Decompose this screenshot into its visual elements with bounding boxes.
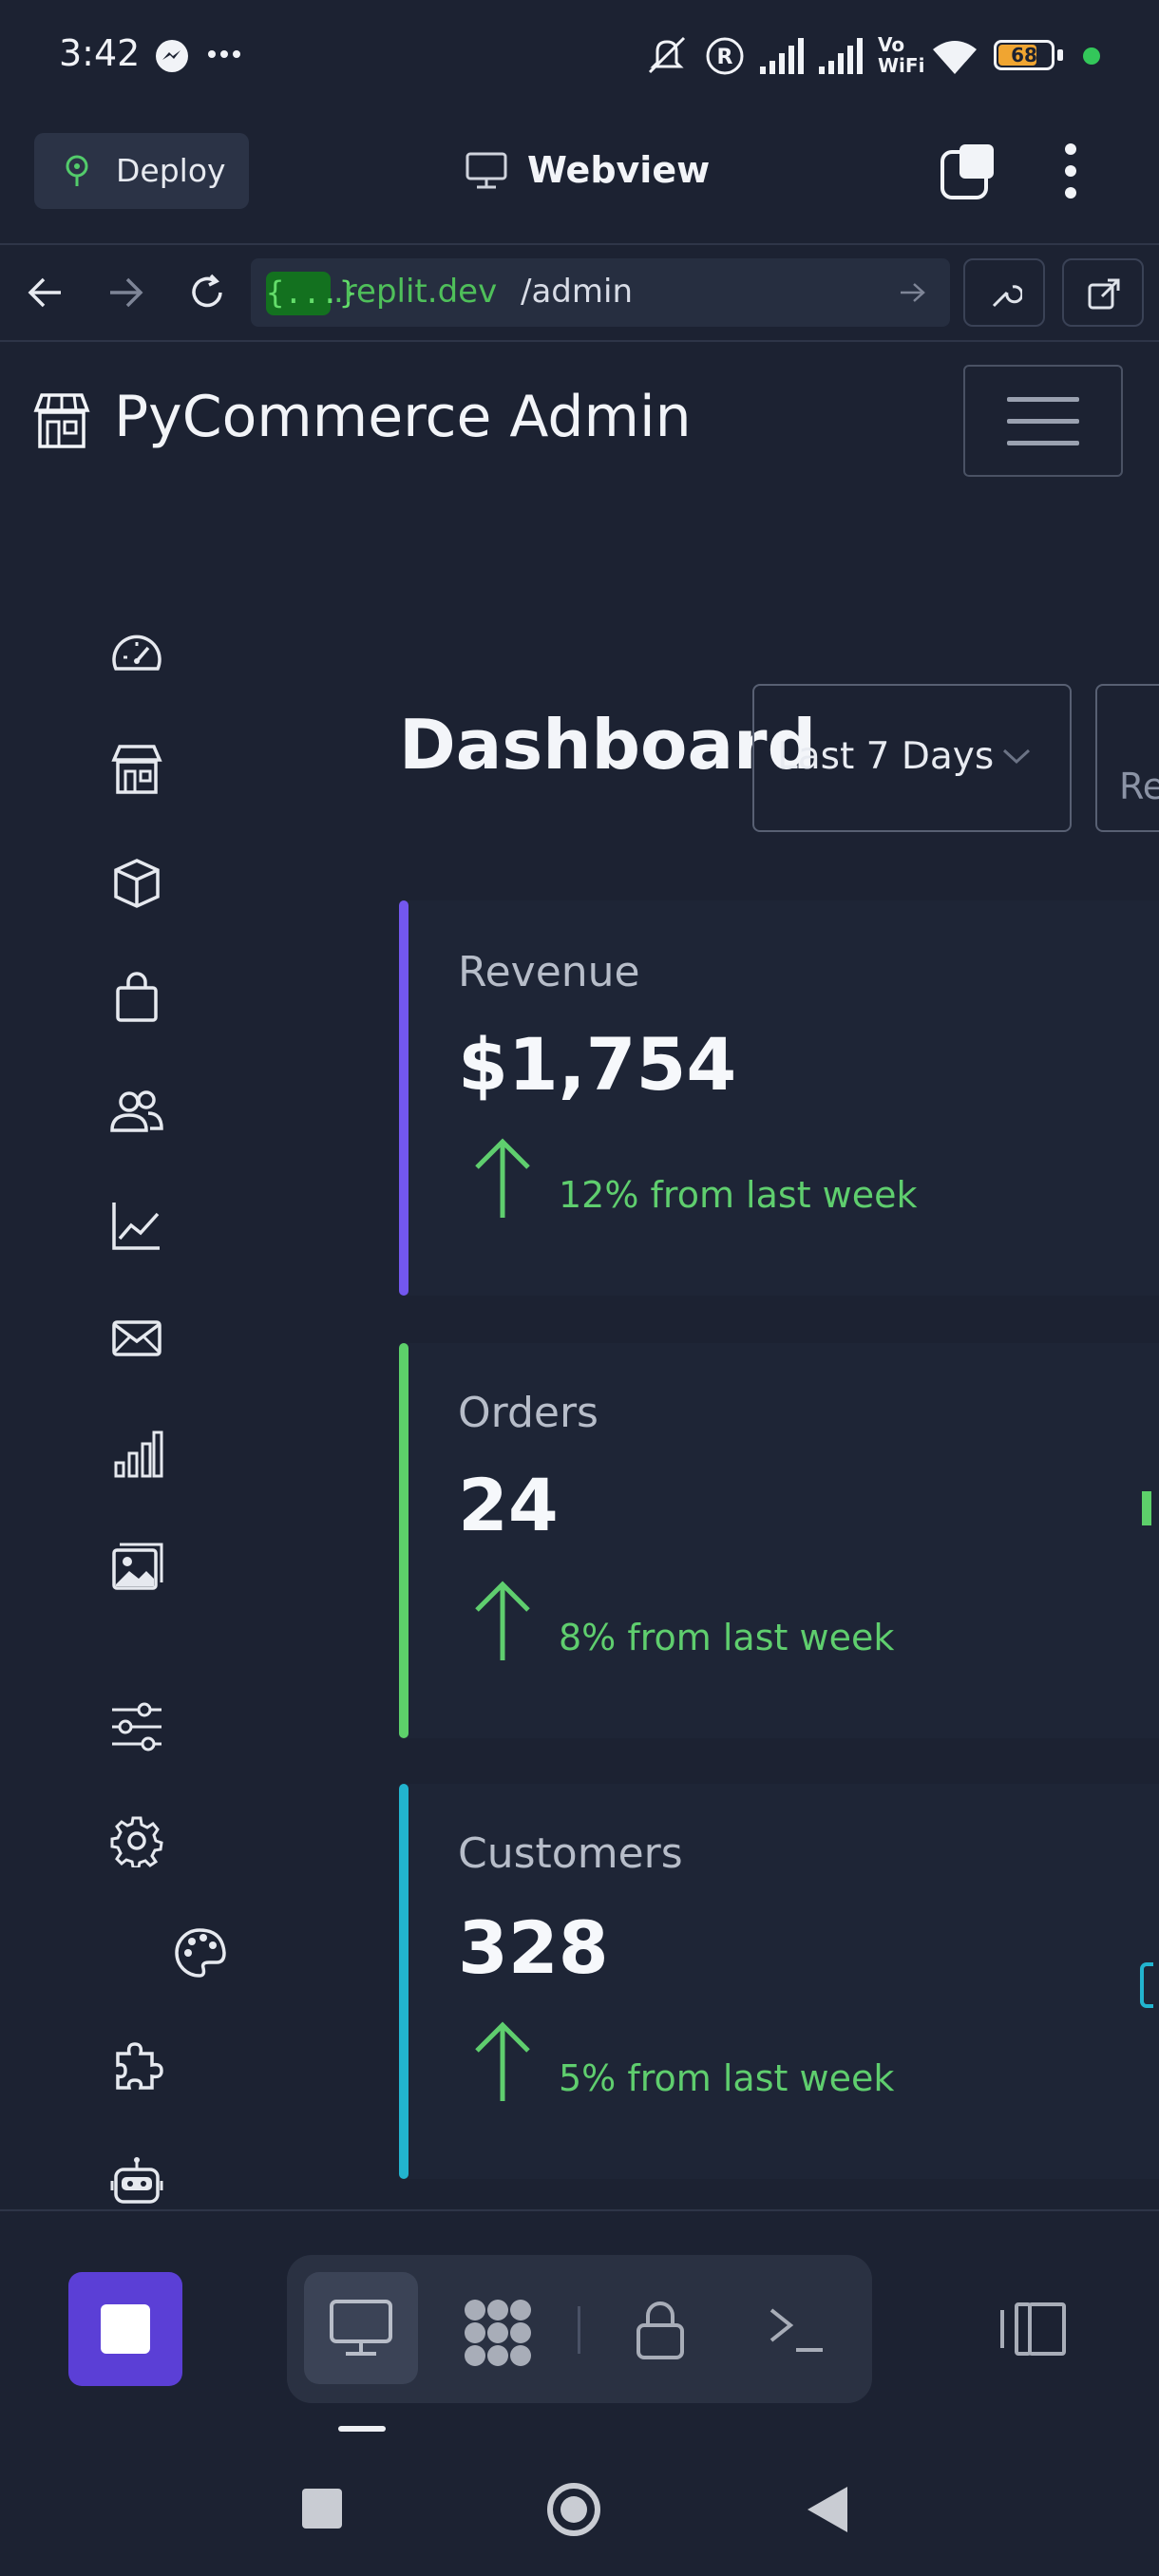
lock-icon[interactable] [635,2299,686,2361]
report-button-label: Re [1119,766,1159,807]
revenue-value: $1,754 [458,1022,737,1107]
top-divider [0,243,1159,245]
customers-value: 328 [458,1905,609,1990]
store-logo-icon [32,391,91,450]
bottom-divider [0,2209,1159,2211]
shopping-bag-icon[interactable] [110,971,163,1024]
mute-icon [644,34,690,76]
vowifi-label: Vo WiFi [878,34,924,76]
sliders-icon[interactable] [110,1700,163,1753]
orders-side-icon-partial [1142,1491,1151,1525]
home-nav-icon[interactable] [545,2481,602,2538]
status-bar: 3:42 R Vo WiFi 68 [0,0,1159,114]
more-notifications-icon [207,49,241,59]
arrow-up-icon [473,1136,532,1220]
overflow-menu-icon[interactable] [1064,142,1077,199]
terminal-icon[interactable] [768,2304,825,2356]
signal-icon-2 [819,38,868,74]
messenger-icon [154,38,190,74]
recents-nav-icon[interactable] [302,2489,342,2529]
line-chart-icon[interactable] [110,1199,163,1252]
date-range-value: Last 7 Days [777,735,995,778]
robot-icon[interactable] [110,2156,163,2209]
vowifi-wifi: WiFi [878,54,925,77]
deploy-icon [61,154,93,188]
stop-button[interactable] [68,2272,182,2386]
menu-toggle-button[interactable] [963,365,1123,477]
back-icon[interactable] [27,274,65,312]
vowifi-vo: Vo [878,33,905,56]
go-arrow-icon[interactable] [899,281,925,304]
svg-text:R: R [717,46,733,69]
speedometer-icon[interactable] [110,629,163,682]
split-pane-icon[interactable] [999,2301,1068,2358]
workspace-grid-icon[interactable] [462,2297,534,2369]
battery-tip [1057,49,1063,61]
status-time: 3:42 [59,32,141,74]
reload-icon[interactable] [186,272,228,313]
tab-indicator [338,2426,386,2432]
store-icon[interactable] [110,743,163,796]
orders-accent-bar [399,1343,408,1738]
url-path: /admin [521,273,633,311]
report-button-partial[interactable] [1095,684,1159,832]
signal-icon-1 [760,38,809,74]
orders-value: 24 [458,1463,559,1547]
tabs-icon[interactable] [940,142,998,201]
url-host: .replit.dev [333,273,498,311]
deploy-label: Deploy [116,152,226,189]
monitor-icon [466,152,507,190]
webview-mode-button[interactable] [304,2272,418,2384]
orders-label: Orders [458,1389,598,1437]
customers-change: 5% from last week [559,2057,895,2099]
stop-icon [101,2304,150,2354]
open-external-button[interactable] [1062,258,1144,327]
orders-change: 8% from last week [559,1617,895,1658]
devtools-button[interactable] [963,258,1045,327]
images-icon[interactable] [110,1541,163,1594]
wifi-icon [931,38,978,76]
revenue-change: 12% from last week [559,1174,918,1216]
back-nav-icon[interactable] [806,2485,849,2534]
palette-icon[interactable] [173,1926,226,1979]
chevron-down-icon [1001,747,1032,766]
revenue-label: Revenue [458,948,640,996]
revenue-accent-bar [399,900,408,1296]
gear-icon[interactable] [110,1814,163,1867]
bar-chart-icon[interactable] [110,1427,163,1480]
customers-side-icon-partial [1140,1962,1153,2008]
webview-title: Webview [527,149,711,191]
url-divider [0,340,1159,342]
puzzle-icon[interactable] [110,2040,163,2093]
privacy-indicator-dot [1083,47,1100,65]
battery-level: 68 [1011,44,1037,66]
arrow-up-icon [473,1579,532,1662]
brand-title[interactable]: PyCommerce Admin [114,384,692,450]
customers-label: Customers [458,1829,683,1878]
users-icon[interactable] [110,1085,163,1138]
url-token: {...} [266,272,357,315]
mode-separator [578,2306,580,2354]
box-icon[interactable] [110,857,163,910]
forward-icon[interactable] [106,274,144,312]
battery-icon: 68 [994,40,1054,70]
envelope-icon[interactable] [110,1313,163,1366]
arrow-up-icon [473,2019,532,2103]
registered-icon: R [705,36,745,76]
customers-accent-bar [399,1784,408,2179]
